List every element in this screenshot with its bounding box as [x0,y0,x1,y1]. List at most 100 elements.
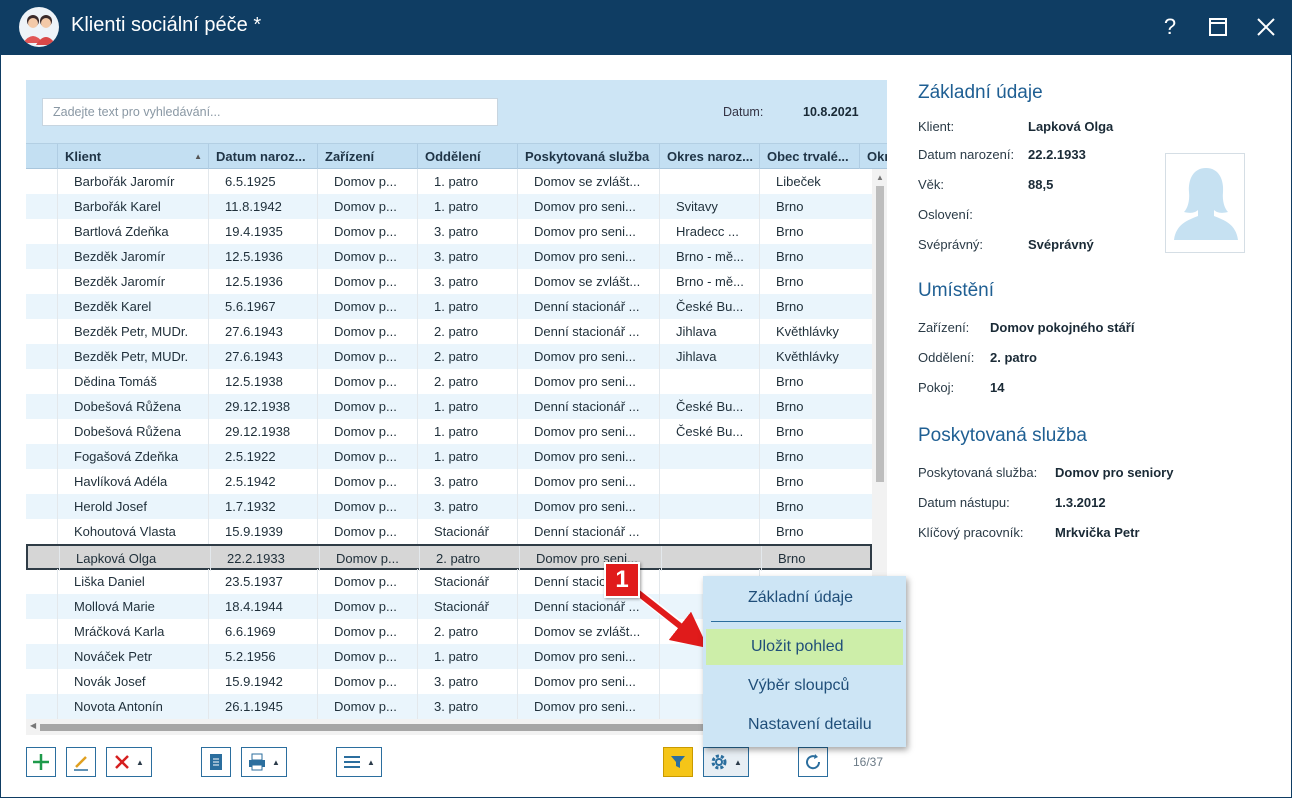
table-cell: 6.5.1925 [208,169,317,194]
row-indicator[interactable] [26,569,57,594]
row-indicator[interactable] [26,394,57,419]
column-header-service[interactable]: Poskytovaná služba [517,144,659,169]
row-indicator[interactable] [26,369,57,394]
row-indicator[interactable] [26,694,57,719]
table-row[interactable]: Havlíková Adéla 2.5.1942 Domov p... 3. patr… [26,469,872,494]
table-cell: Bezděk Petr, MUDr. [57,344,208,369]
column-header-department[interactable]: Oddělení [417,144,517,169]
record-counter: 16/37 [853,755,884,769]
print-icon [249,753,266,771]
table-cell: 2. patro [417,369,517,394]
refresh-button[interactable] [798,747,828,777]
row-indicator[interactable] [26,344,57,369]
menu-item-basic-info[interactable]: Základní údaje [703,580,906,616]
row-indicator[interactable] [26,219,57,244]
row-indicator[interactable] [26,519,57,544]
table-cell: Domov pro seni... [517,669,659,694]
table-cell: Domov p... [317,469,417,494]
search-input[interactable]: Zadejte text pro vyhledávání... [42,98,498,126]
column-header-birth-district[interactable]: Okres naroz... [659,144,759,169]
table-row[interactable]: Herold Josef 1.7.1932 Domov p... 3. patro Do… [26,494,872,519]
table-row[interactable]: Barbořák Jaromír 6.5.1925 Domov p... 1. pat… [26,169,872,194]
table-row[interactable]: Bezděk Petr, MUDr. 27.6.1943 Domov p... 2. … [26,344,872,369]
table-cell: Mollová Marie [57,594,208,619]
row-indicator[interactable] [26,319,57,344]
row-indicator[interactable] [28,546,59,571]
table-row[interactable]: Bezděk Petr, MUDr. 27.6.1943 Domov p... 2. … [26,319,872,344]
table-cell: Domov p... [317,319,417,344]
row-indicator[interactable] [26,469,57,494]
scrollbar-thumb[interactable] [876,186,884,482]
table-row[interactable]: Bezděk Jaromír 12.5.1936 Domov p... 3. patr… [26,244,872,269]
row-indicator[interactable] [26,619,57,644]
table-row[interactable]: Dobešová Růžena 29.12.1938 Domov p... 1. pa… [26,394,872,419]
row-indicator[interactable] [26,294,57,319]
column-header-residence[interactable]: Obec trvalé... [759,144,859,169]
help-button[interactable]: ? [1154,11,1186,43]
menu-item-save-view[interactable]: Uložit pohled [706,629,903,665]
scroll-left-icon[interactable]: ◀ [30,721,36,730]
settings-button[interactable]: ▲ [703,747,749,777]
row-indicator[interactable] [26,194,57,219]
row-indicator[interactable] [26,494,57,519]
print-button[interactable]: ▲ [241,747,287,777]
edit-button[interactable] [66,747,96,777]
row-indicator[interactable] [26,244,57,269]
column-header-facility[interactable]: Zařízení [317,144,417,169]
table-header: Klient ▲ Datum naroz... Zařízení Oddělen… [26,143,887,169]
table-cell: Brno [759,444,859,469]
close-button[interactable] [1250,11,1282,43]
table-row[interactable]: Lapková Olga 22.2.1933 Domov p... 2. patro D… [26,544,872,571]
column-header-district[interactable]: Okr [859,144,887,169]
column-header-client[interactable]: Klient ▲ [57,144,208,169]
field-value-age: 88,5 [1028,177,1054,192]
table-cell: Liška Daniel [57,569,208,594]
scrollbar-thumb[interactable] [40,724,730,731]
table-row[interactable]: Kohoutová Vlasta 15.9.1939 Domov p... Staci… [26,519,872,544]
row-indicator[interactable] [26,669,57,694]
table-cell: 3. patro [417,244,517,269]
table-cell: Domov p... [317,669,417,694]
row-indicator[interactable] [26,594,57,619]
menu-item-column-selection[interactable]: Výběr sloupců [703,668,906,704]
delete-button[interactable]: ▲ [106,747,152,777]
table-cell: Barbořák Karel [57,194,208,219]
table-cell: 1. patro [417,394,517,419]
table-cell: 3. patro [417,494,517,519]
table-cell: 26.1.1945 [208,694,317,719]
maximize-button[interactable] [1202,11,1234,43]
table-cell: 5.2.1956 [208,644,317,669]
row-indicator[interactable] [26,644,57,669]
table-cell: 1. patro [417,644,517,669]
table-row[interactable]: Fogašová Zdeňka 2.5.1922 Domov p... 1. patr… [26,444,872,469]
row-indicator[interactable] [26,444,57,469]
scroll-up-icon[interactable]: ▲ [876,173,884,182]
document-button[interactable] [201,747,231,777]
column-header-birthdate[interactable]: Datum naroz... [208,144,317,169]
row-indicator[interactable] [26,419,57,444]
menu-item-detail-settings[interactable]: Nastavení detailu [703,707,906,743]
table-cell: 15.9.1942 [208,669,317,694]
field-label: Zařízení: [918,320,970,335]
date-value[interactable]: 10.8.2021 [803,105,859,119]
row-indicator[interactable] [26,269,57,294]
filter-button[interactable] [663,747,693,777]
table-cell: Brno [759,294,859,319]
table-row[interactable]: Dobešová Růžena 29.12.1938 Domov p... 1. pa… [26,419,872,444]
table-cell: Hradecc ... [659,219,759,244]
table-cell: Barbořák Jaromír [57,169,208,194]
table-row[interactable]: Dědina Tomáš 12.5.1938 Domov p... 2. patro D… [26,369,872,394]
table-row[interactable]: Bezděk Karel 5.6.1967 Domov p... 1. patro De… [26,294,872,319]
field-label: Poskytovaná služba: [918,465,1038,480]
table-cell: 1. patro [417,444,517,469]
table-cell: Brno [759,419,859,444]
table-cell: Fogašová Zdeňka [57,444,208,469]
table-row[interactable]: Barbořák Karel 11.8.1942 Domov p... 1. patr… [26,194,872,219]
table-row[interactable]: Bezděk Jaromír 12.5.1936 Domov p... 3. patr… [26,269,872,294]
table-cell: 23.5.1937 [208,569,317,594]
field-label: Datum narození: [918,147,1015,162]
table-row[interactable]: Bartlová Zdeňka 19.4.1935 Domov p... 3. pat… [26,219,872,244]
row-indicator[interactable] [26,169,57,194]
add-button[interactable] [26,747,56,777]
menu-button[interactable]: ▲ [336,747,382,777]
